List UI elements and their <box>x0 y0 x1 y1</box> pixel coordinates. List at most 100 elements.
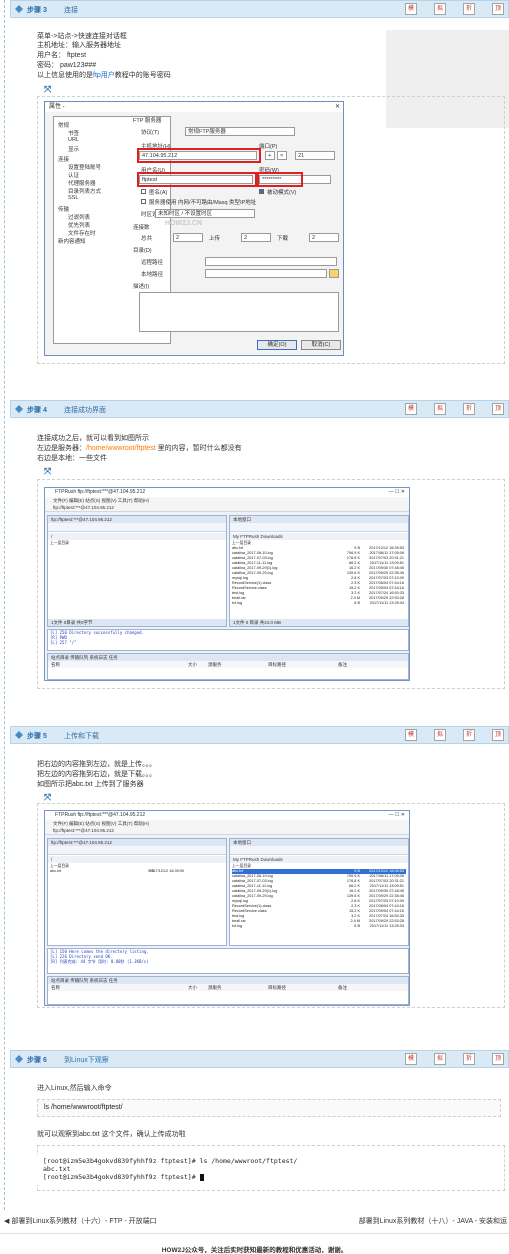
protocol-select[interactable]: 常规FTP服务器 <box>185 127 295 136</box>
add-icon[interactable]: + <box>265 151 275 160</box>
terminal-line: abc.txt <box>43 1165 71 1173</box>
tree-item[interactable]: 设置登陆账号 <box>68 163 101 171</box>
remote-tab[interactable]: ftp://ftptest:***@47.104.95.212 <box>48 516 226 523</box>
address-toolbar[interactable]: ftp://ftptest:***@47.104.95.212 <box>45 504 409 512</box>
site-properties-dialog: 属性 - ✕ 常规 书签 URL 显示 连接 设置登陆账号 认证 代理服务器 目… <box>44 101 344 356</box>
file-date: 2017/11/11 13:25:34 <box>369 601 404 605</box>
remove-icon[interactable]: × <box>277 151 287 160</box>
local-path-input[interactable] <box>205 269 327 278</box>
cancel-button[interactable]: 取消(C) <box>301 340 341 350</box>
queue-columns: 名称 大小 源服务 目标路径 备注 <box>48 661 408 668</box>
step3-line3: 用户名： ftptest <box>37 52 87 59</box>
tool-top-button[interactable]: 顶 <box>492 403 504 415</box>
tool-simulate-button[interactable]: 模 <box>405 729 417 741</box>
tool-collapse-button[interactable]: 折 <box>463 1053 475 1065</box>
tool-collapse-button[interactable]: 折 <box>463 403 475 415</box>
tool-fold-button[interactable]: 拟 <box>434 403 446 415</box>
step-6-header: 步骤 6 到Linux下观察 模 拟 折 顶 <box>10 1050 509 1068</box>
divider <box>0 1233 509 1234</box>
tree-item[interactable]: 优先列表 <box>68 221 90 229</box>
remote-path-input[interactable] <box>205 257 337 266</box>
expand-arrows-icon[interactable]: ⤧ <box>44 792 54 802</box>
watermark: HOW2J.CN <box>165 220 202 227</box>
upload-input[interactable]: 2 <box>241 233 271 242</box>
queue-panel: 站点目录 传输队列 系统日志 任务 名称 大小 源服务 目标路径 备注 <box>47 653 409 680</box>
tool-collapse-button[interactable]: 折 <box>463 3 475 15</box>
step-diamond-icon <box>15 5 23 13</box>
local-pane: 本地窗口 My FTPRush Downloads 上一层目录 abc.txt 9 … <box>229 515 409 627</box>
tree-item[interactable]: 过滤列表 <box>68 213 90 221</box>
timezone-select[interactable]: 未知时区 / 不设置时区 <box>155 209 255 218</box>
queue-tabs[interactable]: 站点目录 传输队列 系统日志 任务 <box>48 977 408 984</box>
tree-item[interactable]: 新内容通知 <box>58 237 86 245</box>
intranet-checkbox[interactable] <box>141 199 146 204</box>
tree-item[interactable]: 书签 <box>68 129 79 137</box>
ftp-user-link[interactable]: ftp用户 <box>93 72 115 79</box>
local-path[interactable]: My FTPRush Downloads <box>230 533 408 540</box>
tool-fold-button[interactable]: 拟 <box>434 3 446 15</box>
menu-bar[interactable]: 文件(F) 编辑(E) 站点(S) 视图(V) 工具(T) 帮助(H) <box>45 820 409 827</box>
tree-item[interactable]: 连接 <box>58 155 69 163</box>
tool-top-button[interactable]: 顶 <box>492 1053 504 1065</box>
expand-arrows-icon[interactable]: ⤧ <box>44 466 54 476</box>
remote-tab[interactable]: ftp://ftptest:***@47.104.95.212 <box>48 839 226 846</box>
folder-icon[interactable] <box>329 269 339 278</box>
step-title: 到Linux下观察 <box>64 1057 109 1064</box>
step-label: 步骤 5 <box>27 733 47 740</box>
description-textarea[interactable] <box>139 292 339 332</box>
tree-item[interactable]: URL <box>68 137 79 143</box>
step3-line4: 密码： paw123### <box>37 62 97 69</box>
local-path[interactable]: My FTPRush Downloads <box>230 856 408 863</box>
address-toolbar[interactable]: ftp://ftptest:***@47.104.95.212 <box>45 827 409 835</box>
tree-item[interactable]: 常规 <box>58 121 69 129</box>
window-controls-icon[interactable]: — ☐ ✕ <box>389 811 405 820</box>
step-4-header: 步骤 4 连接成功界面 模 拟 折 顶 <box>10 400 509 418</box>
passive-checkbox[interactable] <box>259 189 264 194</box>
remote-path[interactable]: / <box>48 533 226 540</box>
server-path: /home/wwwroot/ftptest <box>86 445 156 452</box>
tool-top-button[interactable]: 顶 <box>492 729 504 741</box>
total-input[interactable]: 2 <box>173 233 203 242</box>
tool-simulate-button[interactable]: 模 <box>405 3 417 15</box>
prev-lesson-link[interactable]: ◀ 部署到Linux系列教材（十六）- FTP - 开放端口 <box>4 1216 157 1226</box>
port-input[interactable]: 21 <box>295 151 335 160</box>
command-box[interactable]: ls /home/wwwroot/ftptest/ <box>37 1099 501 1117</box>
anonymous-checkbox[interactable] <box>141 189 146 194</box>
download-input[interactable]: 2 <box>309 233 339 242</box>
tool-simulate-button[interactable]: 模 <box>405 1053 417 1065</box>
tool-simulate-button[interactable]: 模 <box>405 403 417 415</box>
tool-fold-button[interactable]: 拟 <box>434 729 446 741</box>
passive-label: 被动模式(V) <box>267 190 297 196</box>
tool-top-button[interactable]: 顶 <box>492 3 504 15</box>
anonymous-label: 匿名(A) <box>149 190 168 196</box>
local-tab[interactable]: 本地窗口 <box>230 839 408 846</box>
tree-item[interactable]: 代理服务器 <box>68 179 96 187</box>
file-row[interactable]: 上一层目录 <box>50 541 224 546</box>
tree-item[interactable]: 认证 <box>68 171 79 179</box>
local-tab[interactable]: 本地窗口 <box>230 516 408 523</box>
remote-path[interactable]: / <box>48 856 226 863</box>
file-row[interactable]: abc.txt 9 B 2017/12/12 16:39:00 <box>50 869 224 874</box>
file-row[interactable]: txt.log 6 B 2017/11/11 13:25:34 <box>232 601 406 606</box>
tree-item[interactable]: 传输 <box>58 205 69 213</box>
queue-columns: 名称 大小 源服务 目标路径 备注 <box>48 984 408 991</box>
tree-item[interactable]: SSL <box>68 195 78 201</box>
window-controls-icon[interactable]: — ☐ ✕ <box>389 488 405 497</box>
step-label: 步骤 3 <box>27 7 47 14</box>
menu-bar[interactable]: 文件(F) 编辑(E) 站点(S) 视图(V) 工具(T) 帮助(H) <box>45 497 409 504</box>
step5-line1: 把右边的内容拖到左边，就是上传。。。 <box>37 761 156 768</box>
local-toolbar <box>230 846 408 855</box>
log-line: [L] 257 "/" <box>50 640 77 645</box>
file-row[interactable]: txt.log 6 B 2017/11/11 13:25:34 <box>232 924 406 929</box>
terminal-line: [root@izm5e3b4gokvd839fyhhf9z ftptest]# <box>43 1173 331 1181</box>
close-icon[interactable]: ✕ <box>335 102 340 112</box>
tree-item[interactable]: 显示 <box>68 145 79 153</box>
tree-item[interactable]: 目录列表方式 <box>68 187 101 195</box>
queue-tabs[interactable]: 站点目录 传输队列 系统日志 任务 <box>48 654 408 661</box>
tree-item[interactable]: 文件存在时 <box>68 229 96 237</box>
expand-arrows-icon[interactable]: ⤧ <box>44 84 54 94</box>
next-lesson-link[interactable]: 部署到Linux系列教材（十八）- JAVA - 安装和运 <box>359 1216 507 1226</box>
tool-fold-button[interactable]: 拟 <box>434 1053 446 1065</box>
ok-button[interactable]: 确定(O) <box>257 340 297 350</box>
tool-collapse-button[interactable]: 折 <box>463 729 475 741</box>
